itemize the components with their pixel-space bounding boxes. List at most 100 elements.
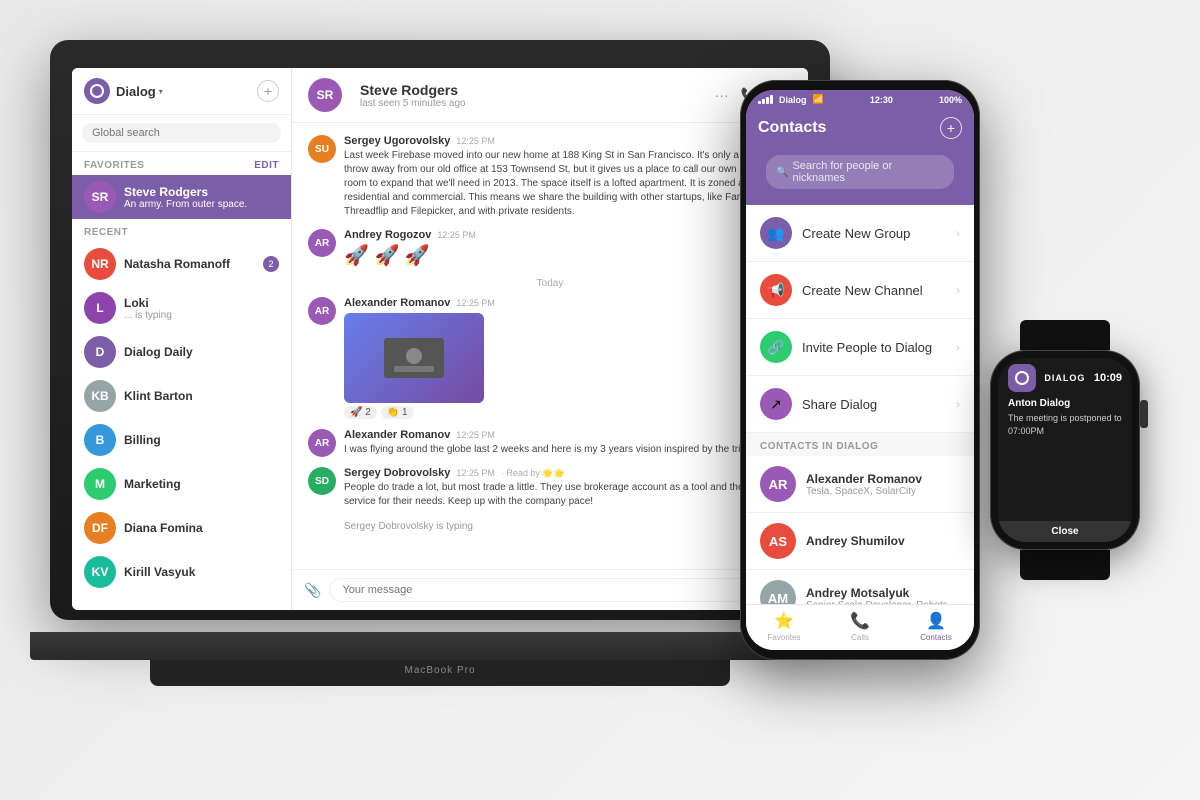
contact-avatar-img: AM [760,580,796,604]
chat-header-name: Steve Rodgers [360,82,715,98]
message-emoji: 🚀 🚀 🚀 [344,243,792,268]
tab-contacts-label: Contacts [920,633,952,642]
more-options-icon[interactable]: ··· [715,87,729,103]
contact-item-andrey-motsalyuk[interactable]: AM Andrey Motsalyuk Senior Scala Develop… [746,570,974,604]
messages-area: SU Sergey Ugorovolsky 12:25 PM Last week… [292,123,808,569]
message-input-area: 📎 😊 [292,569,808,610]
message-content: Alexander Romanov 12:25 PM [344,297,745,419]
invite-people-item[interactable]: 🔗 Invite People to Dialog › [746,319,974,376]
watch-close-button[interactable]: Close [998,521,1132,542]
message-time: 12:25 PM [437,230,476,240]
sidebar-item-loki[interactable]: L Loki ... is typing [72,286,291,330]
signal-bars [758,95,773,104]
contact-avatar-img: AR [760,466,796,502]
message-image-inner [344,313,484,403]
message-avatar: SD [308,467,336,495]
message: AR Alexander Romanov 12:25 PM I was flyi… [308,429,792,457]
message-read-status: · Read by 🌟🌟 [501,468,565,479]
new-conversation-button[interactable]: + [257,80,279,102]
watch-notification-content: Anton Dialog The meeting is postponed to… [998,394,1132,521]
tab-favorites-label: Favorites [768,633,801,642]
message-header: Alexander Romanov 12:25 PM [344,429,792,441]
add-contact-button[interactable]: + [940,117,962,139]
message-input[interactable] [329,578,770,602]
macbook-base [30,632,850,660]
tab-calls-label: Calls [851,633,869,642]
sidebar-header: Dialog ▾ + [72,68,291,115]
contact-item-alexander-romanov[interactable]: AR Alexander Romanov Tesla, SpaceX, Sola… [746,456,974,513]
contacts-search-placeholder: Search for people or nicknames [792,160,944,184]
sidebar-item-klint-barton[interactable]: KB Klint Barton [72,374,291,418]
chat-info: Billing [124,433,279,447]
iphone-status-bar: Dialog 📶 12:30 100% [746,90,974,109]
tab-favorites[interactable]: ⭐ Favorites [746,611,822,642]
message-reactions: 🚀 2 👏 1 [344,406,745,419]
avatar: B [84,424,116,456]
sidebar-item-natasha-romanoff[interactable]: NR Natasha Romanoff 2 [72,242,291,286]
message-header: Sergey Dobrovolsky 12:25 PM · Read by 🌟🌟 [344,467,792,479]
contact-avatar: AR [760,466,796,502]
message-sender-name: Sergey Dobrovolsky [344,467,450,479]
chevron-right-icon: › [956,226,960,240]
chat-info: Loki ... is typing [124,296,279,321]
watch-brand-name: DIALOG [1044,373,1085,383]
watch-strap-bottom [1020,550,1110,580]
message-sender-name: Andrey Rogozov [344,229,431,241]
message-sender-name: Alexander Romanov [344,297,450,309]
chat-name: Billing [124,433,279,447]
message-content: Sergey Dobrovolsky 12:25 PM · Read by 🌟🌟… [344,467,792,509]
attach-button[interactable]: 📎 [304,582,321,599]
contacts-search-bar[interactable]: 🔍 Search for people or nicknames [766,155,954,189]
status-dots: Dialog 📶 [758,94,824,105]
signal-bar-4 [770,95,773,104]
create-new-group-item[interactable]: 👥 Create New Group › [746,205,974,262]
message-time: 12:25 PM [456,468,495,478]
sidebar-item-billing[interactable]: B Billing [72,418,291,462]
message-sender-name: Sergey Ugorovolsky [344,135,450,147]
contact-name: Andrey Shumilov [806,534,960,548]
contact-info: Andrey Shumilov [806,534,960,548]
avatar: L [84,292,116,324]
sidebar-item-dialog-daily[interactable]: D Dialog Daily [72,330,291,374]
create-new-channel-item[interactable]: 📢 Create New Channel › [746,262,974,319]
contacts-in-dialog-label: CONTACTS IN DIALOG [746,433,974,456]
watch-dialog-logo [1008,364,1036,392]
watch-screen: DIALOG 10:09 Anton Dialog The meeting is… [998,358,1132,542]
tab-calls[interactable]: 📞 Calls [822,611,898,642]
favorites-tab-icon: ⭐ [774,611,794,631]
message-avatar: AR [308,297,336,325]
day-divider: Today [308,278,792,289]
sidebar-item-marketing[interactable]: M Marketing [72,462,291,506]
sidebar-item-kirill-vasyuk[interactable]: KV Kirill Vasyuk [72,550,291,594]
chevron-right-icon: › [956,283,960,297]
share-dialog-item[interactable]: ↗ Share Dialog › [746,376,974,433]
chat-info: Steve Rodgers An army. From outer space. [124,185,279,210]
sidebar-item-diana-fomina[interactable]: DF Diana Fomina [72,506,291,550]
watch-time: 10:09 [1094,372,1122,384]
watch-dialog-logo-inner [1015,371,1029,385]
tab-contacts[interactable]: 👤 Contacts [898,611,974,642]
message-time: 12:25 PM [456,430,495,440]
dialog-dropdown-arrow[interactable]: ▾ [159,87,163,96]
edit-button[interactable]: EDIT [254,160,279,171]
signal-bar-1 [758,101,761,104]
contacts-search-container: 🔍 Search for people or nicknames [746,149,974,205]
app-container: Dialog ▾ + FAVORITES EDIT SR [72,68,808,610]
chat-name: Diana Fomina [124,521,279,535]
watch-body: DIALOG 10:09 Anton Dialog The meeting is… [990,350,1140,550]
reaction-clap[interactable]: 👏 1 [381,406,414,419]
iphone-device: Dialog 📶 12:30 100% Contacts + 🔍 Search … [740,80,980,660]
watch-status-bar: DIALOG 10:09 [998,358,1132,394]
sidebar-item-steve-rodgers[interactable]: SR Steve Rodgers An army. From outer spa… [72,175,291,219]
chat-name: Klint Barton [124,389,279,403]
iphone-screen: Dialog 📶 12:30 100% Contacts + 🔍 Search … [746,90,974,650]
contact-item-andrey-shumilov[interactable]: AS Andrey Shumilov [746,513,974,570]
reaction-rocket[interactable]: 🚀 2 [344,406,377,419]
chat-name: Loki [124,296,279,310]
chat-info: Marketing [124,477,279,491]
contact-name: Alexander Romanov [806,472,960,486]
wifi-icon: 📶 [813,94,824,105]
iphone-content: 👥 Create New Group › 📢 Create New Channe… [746,205,974,604]
global-search-input[interactable] [82,123,281,143]
dialog-app-name: Dialog [116,84,156,99]
